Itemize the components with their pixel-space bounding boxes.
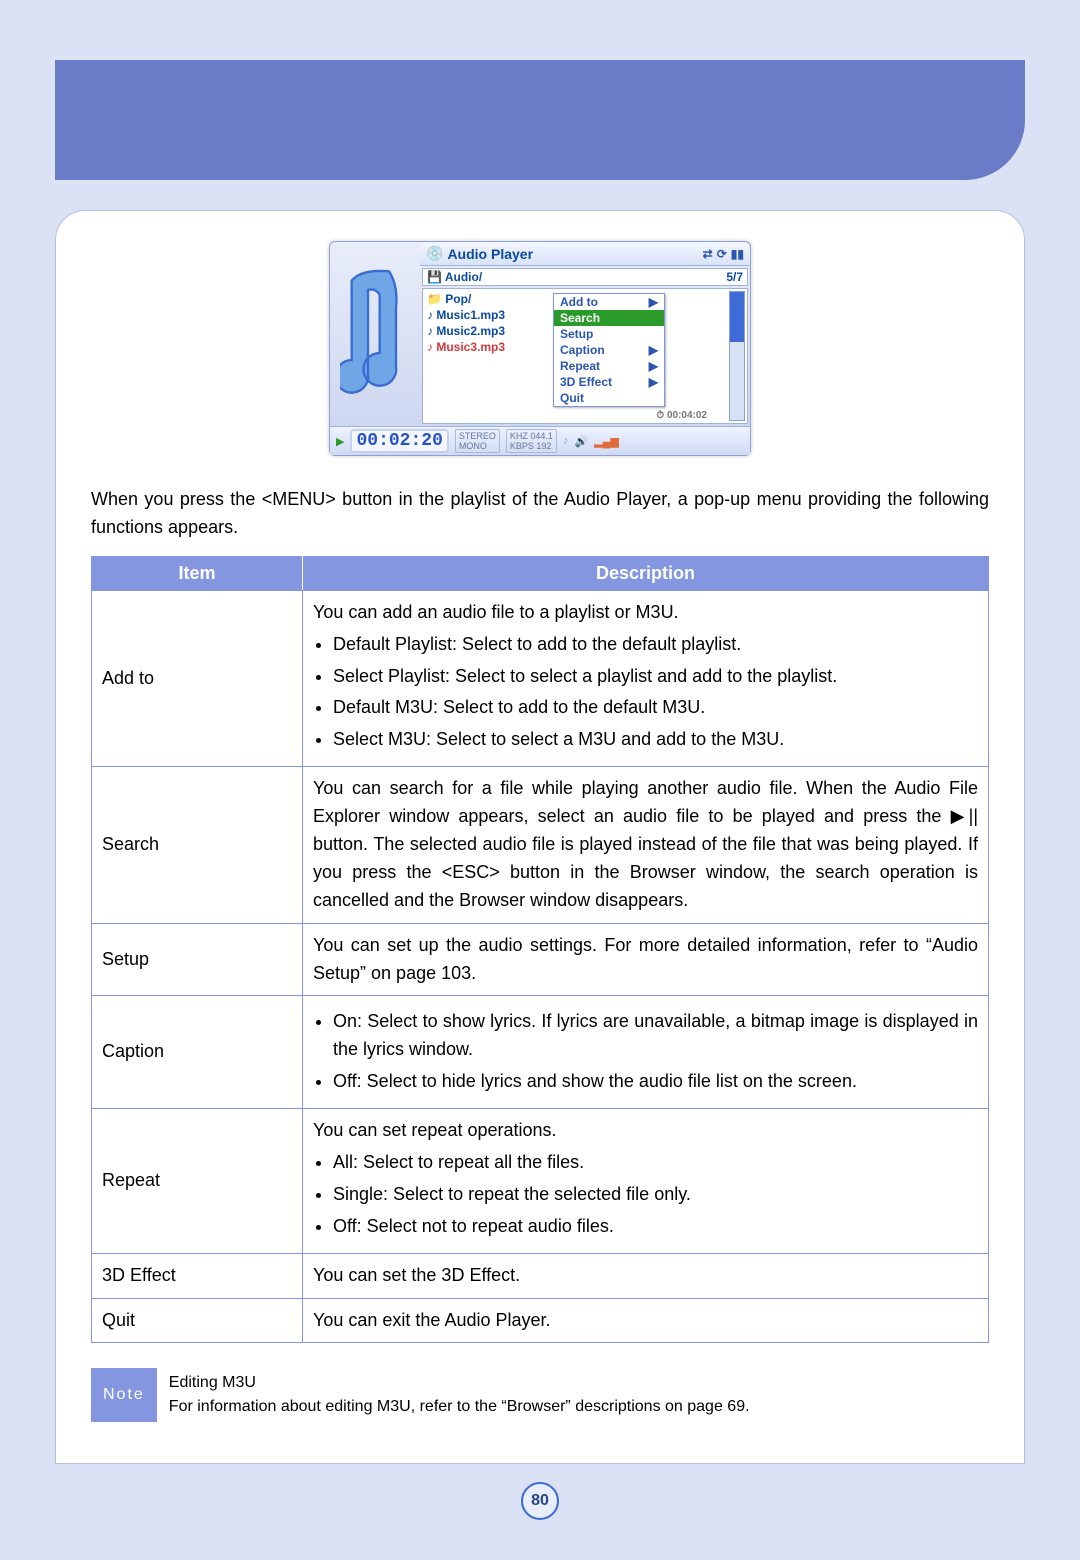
row-setup-desc: You can set up the audio settings. For m… [303, 923, 989, 996]
col-description: Description [303, 556, 989, 590]
row-repeat-desc: You can set repeat operations. All: Sele… [303, 1109, 989, 1254]
row-repeat-item: Repeat [92, 1109, 303, 1254]
menu-description-table: Item Description Add to You can add an a… [91, 556, 989, 1344]
row-caption-item: Caption [92, 996, 303, 1109]
speaker-icon: 🔊 [574, 435, 588, 448]
menu-caption[interactable]: Caption▶ [554, 342, 664, 358]
menu-quit[interactable]: Quit [554, 390, 664, 406]
status-icon: ⟳ [717, 247, 727, 261]
cd-icon: 💿 [426, 245, 443, 262]
note-body: For information about editing M3U, refer… [169, 1395, 750, 1419]
row-quit-desc: You can exit the Audio Player. [303, 1298, 989, 1343]
note-box: Note Editing M3U For information about e… [91, 1367, 989, 1423]
menu-setup[interactable]: Setup [554, 326, 664, 342]
header-band [55, 60, 1025, 180]
eq-icon: ♪ [563, 435, 569, 447]
note-label: Note [91, 1368, 157, 1422]
play-icon: ▶ [336, 435, 344, 448]
col-item: Item [92, 556, 303, 590]
row-search-desc: You can search for a file while playing … [303, 767, 989, 923]
menu-repeat[interactable]: Repeat▶ [554, 358, 664, 374]
row-setup-item: Setup [92, 923, 303, 996]
row-add-to-desc: You can add an audio file to a playlist … [303, 590, 989, 766]
music-note-icon [330, 242, 420, 422]
row-search-item: Search [92, 767, 303, 923]
content-frame: 💿 Audio Player ⇄ ⟳ ▮▮ 💾 Audio/ 5/7 [55, 210, 1025, 1464]
player-title: Audio Player [447, 246, 533, 262]
page-number: 80 [521, 1482, 559, 1520]
stereo-chip: STEREOMONO [455, 429, 500, 453]
context-menu: Add to▶ Search Setup Caption▶ Repeat▶ 3D… [553, 293, 665, 407]
row-caption-desc: On: Select to show lyrics. If lyrics are… [303, 996, 989, 1109]
scrollbar[interactable] [729, 291, 745, 421]
audio-player-screenshot: 💿 Audio Player ⇄ ⟳ ▮▮ 💾 Audio/ 5/7 [329, 241, 751, 456]
row-effect-item: 3D Effect [92, 1253, 303, 1298]
duration-label: 00:04:02 [667, 410, 707, 421]
menu-search[interactable]: Search [554, 310, 664, 326]
elapsed-time: 00:02:20 [350, 429, 448, 453]
row-add-to-item: Add to [92, 590, 303, 766]
menu-3d-effect[interactable]: 3D Effect▶ [554, 374, 664, 390]
row-effect-desc: You can set the 3D Effect. [303, 1253, 989, 1298]
path-label: 💾 Audio/ [427, 270, 482, 284]
menu-add-to[interactable]: Add to▶ [554, 294, 664, 310]
status-icon: ⇄ [703, 247, 713, 261]
signal-icon: ▂▄▆ [594, 435, 619, 448]
rate-chip: KHZ 044.1KBPS 192 [506, 429, 557, 453]
row-quit-item: Quit [92, 1298, 303, 1343]
battery-icon: ▮▮ [731, 247, 744, 261]
note-title: Editing M3U [169, 1371, 750, 1395]
intro-paragraph: When you press the <MENU> button in the … [91, 486, 989, 542]
track-counter: 5/7 [726, 270, 743, 284]
